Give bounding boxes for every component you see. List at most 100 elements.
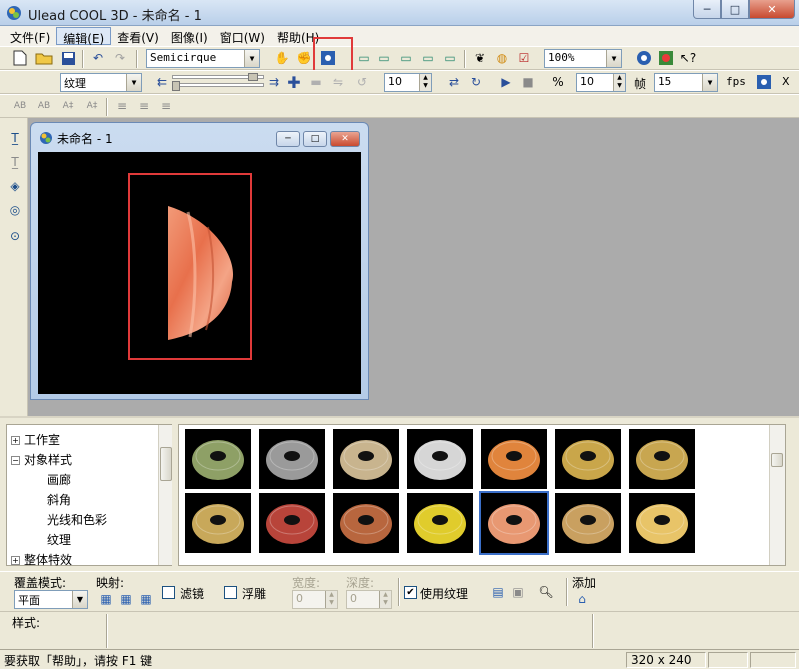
doc-maximize-button[interactable]: □	[303, 131, 327, 147]
font-select[interactable]: Semicirque ▼	[146, 49, 260, 68]
gallery-scroll-thumb[interactable]	[771, 453, 783, 467]
zoom-fit-icon[interactable]	[754, 72, 774, 92]
minimize-button[interactable]: ─	[693, 0, 721, 19]
texture-thumbnail[interactable]	[481, 429, 547, 489]
close-button[interactable]: ✕	[749, 0, 795, 19]
timeline-slider-2[interactable]	[172, 83, 264, 87]
align-left-icon[interactable]: ≡	[112, 96, 132, 116]
semicircle-object[interactable]	[38, 152, 361, 394]
zoom-select[interactable]: 100% ▼	[544, 49, 622, 68]
spin-arrows[interactable]: ▲ ▼	[613, 74, 625, 91]
gallery-scrollbar[interactable]	[769, 425, 785, 565]
attribute-select[interactable]: 纹理 ▼	[60, 73, 142, 92]
texture-thumbnail[interactable]	[185, 429, 251, 489]
menu-image[interactable]: 图像(I)	[165, 27, 214, 45]
fast-forward-icon[interactable]: ⇉	[264, 72, 284, 92]
emboss-checkbox[interactable]	[224, 586, 237, 599]
text-tool-2[interactable]: AB	[34, 96, 54, 116]
insert-geometry-icon[interactable]: ◈	[5, 176, 25, 196]
texture-thumbnail[interactable]	[259, 429, 325, 489]
expand-icon[interactable]: +	[11, 436, 20, 445]
percent-icon[interactable]: %	[548, 72, 568, 92]
maximize-button[interactable]: □	[721, 0, 749, 19]
save-icon[interactable]	[58, 48, 78, 68]
mapping-cylinder-icon[interactable]: ▦	[116, 589, 136, 609]
swap-icon[interactable]: ⇄	[444, 72, 464, 92]
frame-rate-select[interactable]: 15 ▼	[654, 73, 718, 92]
align-right-icon[interactable]: ≡	[156, 96, 176, 116]
left-view-icon[interactable]: ▭	[396, 48, 416, 68]
render-icon[interactable]	[634, 48, 654, 68]
chevron-down-icon[interactable]: ▼	[72, 591, 87, 608]
filter-checkbox[interactable]	[162, 586, 175, 599]
align-center-icon[interactable]: ≡	[134, 96, 154, 116]
chevron-down-icon[interactable]: ▼	[606, 50, 621, 67]
frame-spinner[interactable]: 10 ▲ ▼	[384, 73, 432, 92]
tree-item-studio[interactable]: + 工作室	[11, 431, 60, 448]
properties-icon[interactable]: ☑	[514, 48, 534, 68]
tree-scrollbar[interactable]	[158, 425, 172, 565]
open-folder-icon[interactable]	[34, 48, 54, 68]
tree-item-gallery[interactable]: 画廊	[47, 471, 71, 488]
rotate-object-icon[interactable]: ✊	[294, 48, 314, 68]
menu-view[interactable]: 查看(V)	[111, 27, 165, 45]
stop-icon[interactable]: ■	[518, 72, 538, 92]
mapping-sphere-icon[interactable]: ▦	[136, 589, 156, 609]
hand-icon[interactable]: ✋	[272, 48, 292, 68]
texture-preview-icon[interactable]: ▣	[508, 582, 528, 602]
menu-file[interactable]: 文件(F)	[4, 27, 56, 45]
use-texture-checkbox[interactable]: ✔	[404, 586, 417, 599]
text-tool-4[interactable]: A‡	[82, 96, 102, 116]
load-texture-icon[interactable]: ▤	[488, 582, 508, 602]
render-canvas[interactable]	[38, 152, 361, 394]
overlay-mode-select[interactable]: 平面 ▼	[14, 590, 88, 609]
text-tool-3[interactable]: A‡	[58, 96, 78, 116]
menu-edit[interactable]: 编辑(E)	[56, 27, 112, 46]
mapping-planar-icon[interactable]: ▦	[96, 589, 116, 609]
chevron-down-icon[interactable]: ▼	[126, 74, 141, 91]
tree-item-texture[interactable]: 纹理	[47, 531, 71, 548]
spin-arrows[interactable]: ▲ ▼	[419, 74, 431, 91]
texture-thumbnail[interactable]	[629, 429, 695, 489]
tree-scroll-thumb[interactable]	[160, 447, 172, 481]
texture-thumbnail[interactable]	[185, 493, 251, 553]
new-file-icon[interactable]	[10, 48, 30, 68]
doc-close-button[interactable]: ✕	[330, 131, 360, 147]
tree-item-object-style[interactable]: − 对象样式	[11, 451, 72, 468]
tree-item-bevel[interactable]: 斜角	[47, 491, 71, 508]
back-view-icon[interactable]: ▭	[374, 48, 394, 68]
texture-thumbnail[interactable]	[555, 429, 621, 489]
depth-spinner[interactable]: 0 ▲ ▼	[346, 590, 392, 609]
texture-thumbnail[interactable]	[479, 491, 549, 555]
texture-thumbnail[interactable]	[555, 493, 621, 553]
expand-icon[interactable]: +	[11, 556, 20, 565]
object-zoom-icon[interactable]: ◎	[5, 200, 25, 220]
insert-text-icon[interactable]: T̲	[5, 128, 25, 148]
play-icon[interactable]: ▶	[496, 72, 516, 92]
menu-window[interactable]: 窗口(W)	[214, 27, 271, 45]
search-icon[interactable]: 🔍︎	[536, 582, 556, 602]
spin-arrows[interactable]: ▲ ▼	[379, 591, 391, 608]
edit-text-icon[interactable]: T̲	[5, 152, 25, 172]
texture-thumbnail[interactable]	[333, 429, 399, 489]
front-view-icon[interactable]: ▭	[354, 48, 374, 68]
percent-spinner[interactable]: 10 ▲ ▼	[576, 73, 626, 92]
collapse-icon[interactable]: −	[11, 456, 20, 465]
remove-keyframe-icon[interactable]: ▬	[306, 72, 326, 92]
texture-thumbnail[interactable]	[407, 429, 473, 489]
top-view-icon[interactable]: ▭	[440, 48, 460, 68]
export-icon[interactable]	[656, 48, 676, 68]
tree-item-light-color[interactable]: 光线和色彩	[47, 511, 107, 528]
chevron-down-icon[interactable]: ▼	[244, 50, 259, 67]
texture-thumbnail[interactable]	[333, 493, 399, 553]
texture-thumbnail[interactable]	[629, 493, 695, 553]
loop-icon[interactable]: ↺	[352, 72, 372, 92]
object-tool-icon[interactable]: ❦	[470, 48, 490, 68]
tree-item-global-fx[interactable]: + 整体特效	[11, 551, 72, 568]
chevron-down-icon[interactable]: ▼	[702, 74, 717, 91]
rewind-icon[interactable]: ⇇	[152, 72, 172, 92]
texture-thumbnail[interactable]	[407, 493, 473, 553]
globe-icon[interactable]: ◍	[492, 48, 512, 68]
add-keyframe-icon[interactable]: ✚	[284, 72, 304, 92]
help-pointer-icon[interactable]: ↖?	[678, 48, 698, 68]
